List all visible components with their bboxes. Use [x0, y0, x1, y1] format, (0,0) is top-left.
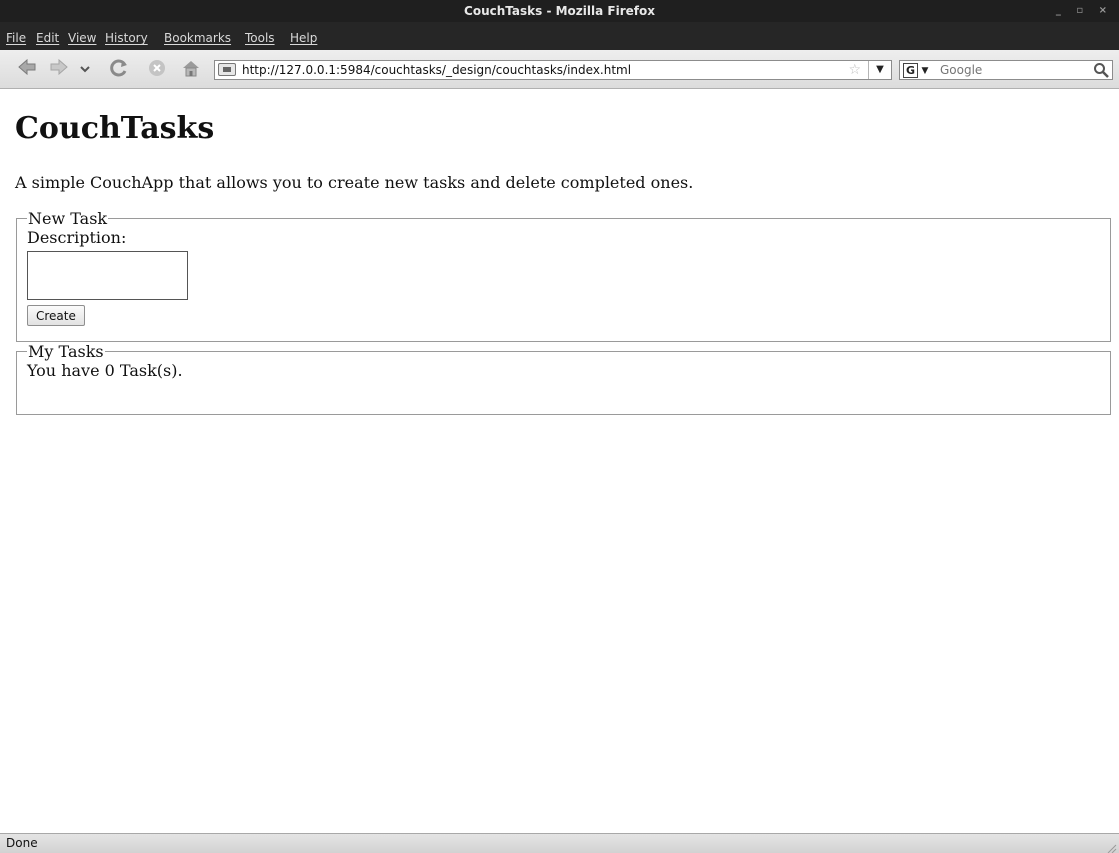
window-controls[interactable]: _ ▫ ×: [1056, 0, 1113, 22]
search-input[interactable]: [940, 61, 1080, 79]
task-count-text: You have 0 Task(s).: [27, 361, 183, 380]
forward-icon[interactable]: [48, 58, 70, 79]
site-identity-icon[interactable]: [218, 63, 236, 76]
menu-edit[interactable]: Edit: [36, 31, 59, 45]
search-magnifier-icon[interactable]: [1093, 62, 1109, 78]
page-title: CouchTasks: [15, 111, 215, 146]
url-bar[interactable]: http://127.0.0.1:5984/couchtasks/_design…: [214, 60, 892, 80]
menu-history[interactable]: History: [105, 31, 148, 45]
my-tasks-fieldset: My Tasks You have 0 Task(s).: [16, 342, 1111, 415]
engine-dropdown-icon: ▼: [921, 66, 929, 76]
search-bar[interactable]: G ▼: [899, 60, 1113, 80]
menu-tools[interactable]: Tools: [245, 31, 275, 45]
url-text[interactable]: http://127.0.0.1:5984/couchtasks/_design…: [242, 61, 631, 79]
stop-icon[interactable]: [146, 59, 168, 79]
new-task-legend: New Task: [28, 209, 108, 228]
back-icon[interactable]: [16, 58, 38, 79]
google-engine-icon: G: [903, 62, 918, 78]
history-dropdown-icon[interactable]: [78, 59, 92, 79]
status-bar: Done: [0, 833, 1119, 853]
reload-icon[interactable]: [108, 59, 130, 79]
bookmark-star-icon[interactable]: ☆: [848, 61, 861, 79]
menu-view[interactable]: View: [68, 31, 96, 45]
new-task-fieldset: New Task Description: Create: [16, 209, 1111, 342]
navigation-toolbar: http://127.0.0.1:5984/couchtasks/_design…: [0, 50, 1119, 89]
url-dropdown-icon[interactable]: ▼: [868, 61, 891, 79]
menu-bookmarks[interactable]: Bookmarks: [164, 31, 231, 45]
description-label: Description:: [27, 228, 127, 247]
search-engine-selector[interactable]: G ▼: [903, 62, 937, 78]
my-tasks-legend: My Tasks: [28, 342, 104, 361]
home-icon[interactable]: [180, 59, 202, 79]
create-button[interactable]: Create: [27, 305, 85, 326]
page-description: A simple CouchApp that allows you to cre…: [15, 173, 694, 192]
page-content: CouchTasks A simple CouchApp that allows…: [0, 89, 1119, 833]
window-titlebar: CouchTasks - Mozilla Firefox _ ▫ ×: [0, 0, 1119, 22]
menubar: File Edit View History Bookmarks Tools H…: [0, 22, 1119, 50]
browser-window: CouchTasks - Mozilla Firefox _ ▫ × File …: [0, 0, 1119, 853]
menu-help[interactable]: Help: [290, 31, 317, 45]
description-input[interactable]: [27, 251, 188, 300]
status-text: Done: [6, 836, 38, 850]
menu-file[interactable]: File: [6, 31, 26, 45]
window-title: CouchTasks - Mozilla Firefox: [464, 4, 655, 18]
resize-grip-icon[interactable]: [1107, 841, 1117, 853]
